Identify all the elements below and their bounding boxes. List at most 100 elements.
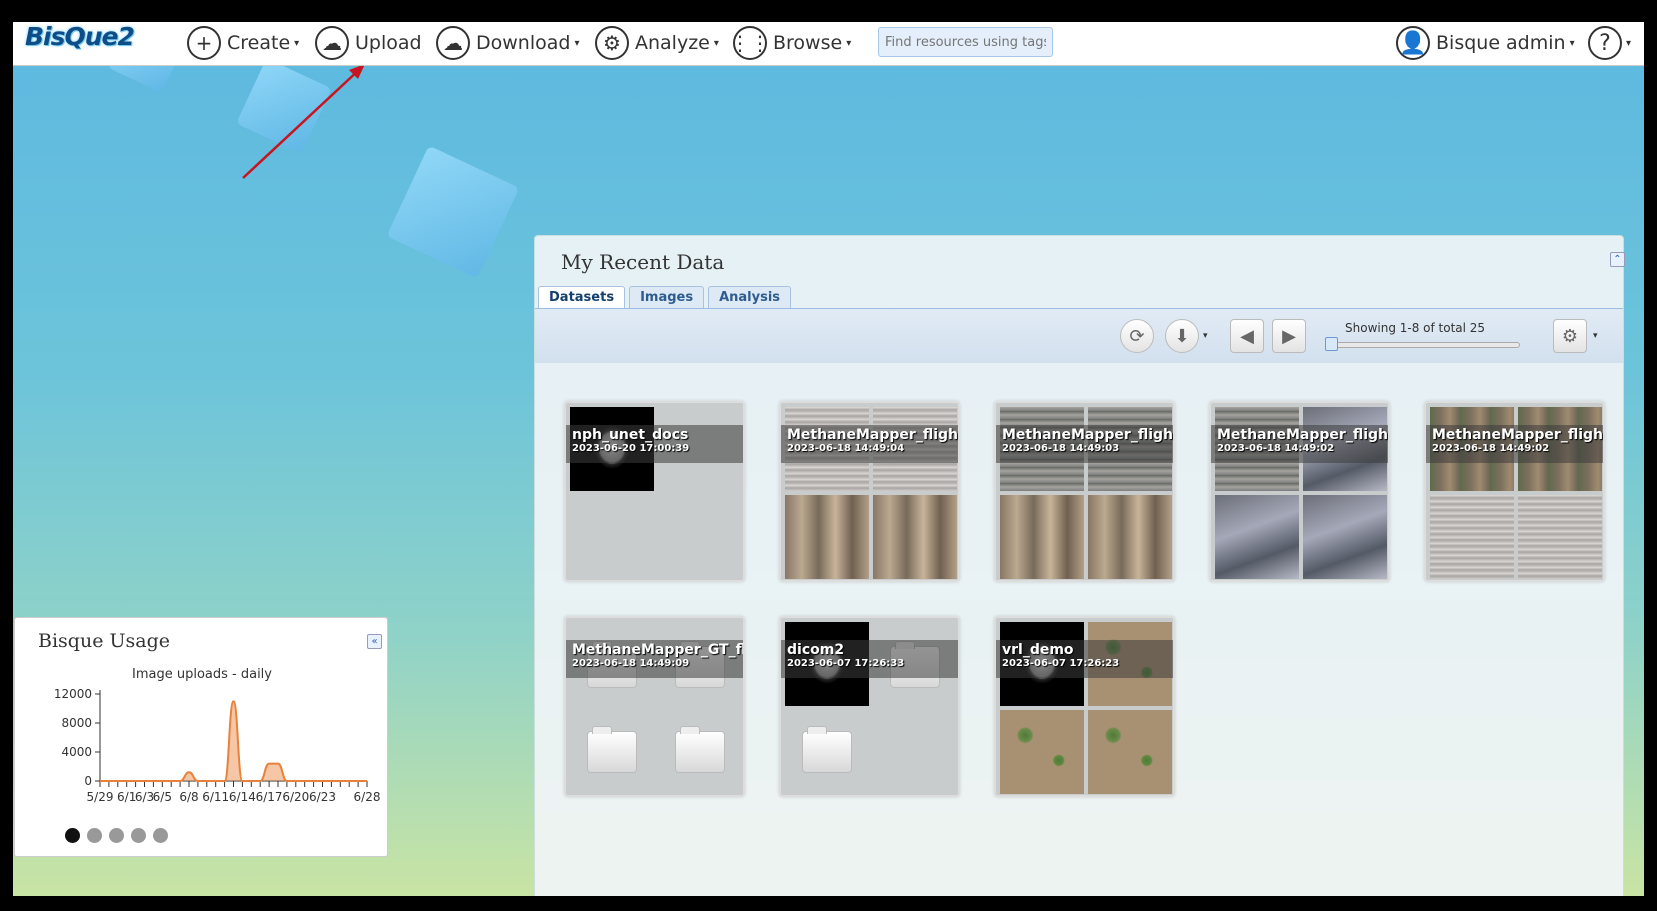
prev-page-icon[interactable]: ◀ — [1230, 319, 1264, 353]
settings-gear-icon[interactable]: ⚙ — [1553, 319, 1587, 353]
usage-panel: Bisque Usage « Image uploads - daily 0 40… — [14, 617, 388, 857]
help-icon: ? — [1588, 26, 1622, 60]
dataset-card[interactable]: MethaneMapper_flightl 2023-06-18 14:49:03 — [994, 401, 1175, 582]
app-window: BisQue2 + Create ▾ ☁ Upload ☁ Download ▾… — [13, 22, 1644, 896]
upload-button[interactable]: ☁ Upload — [315, 25, 422, 61]
folder-icon — [802, 726, 852, 773]
dataset-card[interactable]: nph_unet_docs 2023-06-20 17:00:39 — [564, 401, 745, 582]
refresh-icon[interactable]: ⟳ — [1120, 319, 1154, 353]
caret-down-icon: ▾ — [846, 37, 852, 49]
card-caption: MethaneMapper_flightl 2023-06-18 14:49:02 — [1426, 425, 1605, 463]
gears-icon: ⚙ — [595, 26, 629, 60]
dataset-card[interactable]: MethaneMapper_GT_fli 2023-06-18 14:49:09 — [564, 616, 745, 797]
usage-title: Bisque Usage — [38, 630, 170, 652]
create-menu[interactable]: + Create ▾ — [187, 25, 299, 61]
upload-label: Upload — [355, 32, 422, 54]
carousel-dot[interactable] — [109, 828, 124, 843]
carousel-dot[interactable] — [153, 828, 168, 843]
card-caption: MethaneMapper_flightl 2023-06-18 14:49:03 — [996, 425, 1175, 463]
carousel-dot[interactable] — [65, 828, 80, 843]
caret-down-icon[interactable]: ▾ — [1593, 331, 1598, 341]
analyze-label: Analyze — [635, 32, 710, 54]
app-logo[interactable]: BisQue2 — [25, 22, 135, 51]
card-caption: MethaneMapper_flightl 2023-06-18 14:49:02 — [1211, 425, 1390, 463]
chart-title: Image uploads - daily — [132, 667, 272, 682]
y-tick-label: 8000 — [61, 716, 92, 730]
thumbnail — [1303, 495, 1387, 579]
card-caption: nph_unet_docs 2023-06-20 17:00:39 — [566, 425, 743, 463]
carousel-dot[interactable] — [131, 828, 146, 843]
caret-down-icon: ▾ — [1626, 37, 1632, 49]
page-slider[interactable] — [1325, 342, 1520, 348]
card-caption: MethaneMapper_flightl 2023-06-18 14:49:04 — [781, 425, 960, 463]
y-tick-label: 4000 — [61, 745, 92, 759]
dataset-date: 2023-06-18 14:49:04 — [787, 443, 905, 454]
dataset-name: MethaneMapper_flightl — [787, 427, 960, 443]
dataset-card[interactable]: MethaneMapper_flightl 2023-06-18 14:49:04 — [779, 401, 960, 582]
thumbnail — [1000, 495, 1084, 579]
x-tick-label: 6/3 — [135, 790, 154, 804]
card-caption: vrl_demo 2023-06-07 17:26:23 — [996, 640, 1173, 678]
tag-search-input[interactable] — [878, 27, 1053, 57]
user-label: Bisque admin — [1436, 32, 1566, 54]
dataset-name: MethaneMapper_flightl — [1432, 427, 1605, 443]
x-tick-label: 6/14 — [229, 790, 256, 804]
dataset-date: 2023-06-07 17:26:23 — [1002, 658, 1120, 669]
panel-title: My Recent Data — [561, 250, 725, 274]
paging-status: Showing 1-8 of total 25 — [1345, 321, 1486, 335]
folder-icon — [675, 726, 725, 773]
dataset-name: vrl_demo — [1002, 642, 1074, 658]
thumbnail — [873, 495, 957, 579]
x-tick-label: 6/17 — [256, 790, 283, 804]
dataset-card[interactable]: vrl_demo 2023-06-07 17:26:23 — [994, 616, 1175, 797]
dataset-card[interactable]: dicom2 2023-06-07 17:26:33 — [779, 616, 960, 797]
download-label: Download — [476, 32, 571, 54]
x-tick-label: 6/23 — [309, 790, 336, 804]
user-menu[interactable]: 👤 Bisque admin ▾ — [1396, 25, 1575, 61]
tab-images[interactable]: Images — [629, 286, 705, 308]
download-arrow-icon[interactable]: ⬇ — [1165, 319, 1199, 353]
carousel-dot[interactable] — [87, 828, 102, 843]
thumbnail — [1215, 495, 1299, 579]
x-tick-label: 5/29 — [87, 790, 114, 804]
plus-icon: + — [187, 26, 221, 60]
collapse-left-icon[interactable]: « — [367, 634, 382, 649]
top-navbar: BisQue2 + Create ▾ ☁ Upload ☁ Download ▾… — [13, 22, 1644, 66]
card-caption: dicom2 2023-06-07 17:26:33 — [781, 640, 958, 678]
dataset-date: 2023-06-18 14:49:02 — [1217, 443, 1335, 454]
tab-analysis[interactable]: Analysis — [708, 286, 792, 308]
y-tick-label: 0 — [84, 774, 92, 788]
tab-datasets[interactable]: Datasets — [538, 286, 626, 308]
x-tick-label: 6/8 — [179, 790, 198, 804]
dataset-card[interactable]: MethaneMapper_flightl 2023-06-18 14:49:02 — [1424, 401, 1605, 582]
dataset-name: nph_unet_docs — [572, 427, 689, 443]
caret-down-icon[interactable]: ▾ — [1203, 331, 1208, 341]
download-menu[interactable]: ☁ Download ▾ — [436, 25, 579, 61]
x-tick-label: 6/5 — [153, 790, 172, 804]
dataset-name: MethaneMapper_flightl — [1002, 427, 1175, 443]
help-menu[interactable]: ? ▾ — [1588, 25, 1631, 61]
dataset-name: dicom2 — [787, 642, 845, 658]
analyze-menu[interactable]: ⚙ Analyze ▾ — [595, 25, 719, 61]
next-page-icon[interactable]: ▶ — [1272, 319, 1306, 353]
card-caption: MethaneMapper_GT_fli 2023-06-18 14:49:09 — [566, 640, 743, 678]
dataset-date: 2023-06-20 17:00:39 — [572, 443, 690, 454]
cloud-download-icon: ☁ — [436, 26, 470, 60]
caret-down-icon: ▾ — [1569, 37, 1575, 49]
dataset-name: MethaneMapper_flightl — [1217, 427, 1390, 443]
y-tick-label: 12000 — [54, 687, 92, 701]
x-tick-label: 6/28 — [354, 790, 381, 804]
caret-down-icon: ▾ — [713, 37, 719, 49]
thumbnail — [785, 495, 869, 579]
slider-thumb[interactable] — [1325, 337, 1338, 351]
dataset-date: 2023-06-18 14:49:02 — [1432, 443, 1550, 454]
tab-bar: Datasets Images Analysis — [538, 286, 792, 308]
thumbnail — [1088, 710, 1172, 794]
caret-down-icon: ▾ — [574, 37, 580, 49]
browse-menu[interactable]: ⋮⋮ Browse ▾ — [730, 25, 852, 61]
panel-toolbar: ⟳ ⬇ ▾ ◀ ▶ Showing 1-8 of total 25 ⚙ ▾ — [535, 308, 1623, 363]
collapse-icon[interactable]: ⌃ — [1610, 252, 1625, 267]
decorative-cube — [386, 145, 520, 279]
dataset-card[interactable]: MethaneMapper_flightl 2023-06-18 14:49:02 — [1209, 401, 1390, 582]
grid-icon: ⋮⋮ — [730, 26, 770, 60]
